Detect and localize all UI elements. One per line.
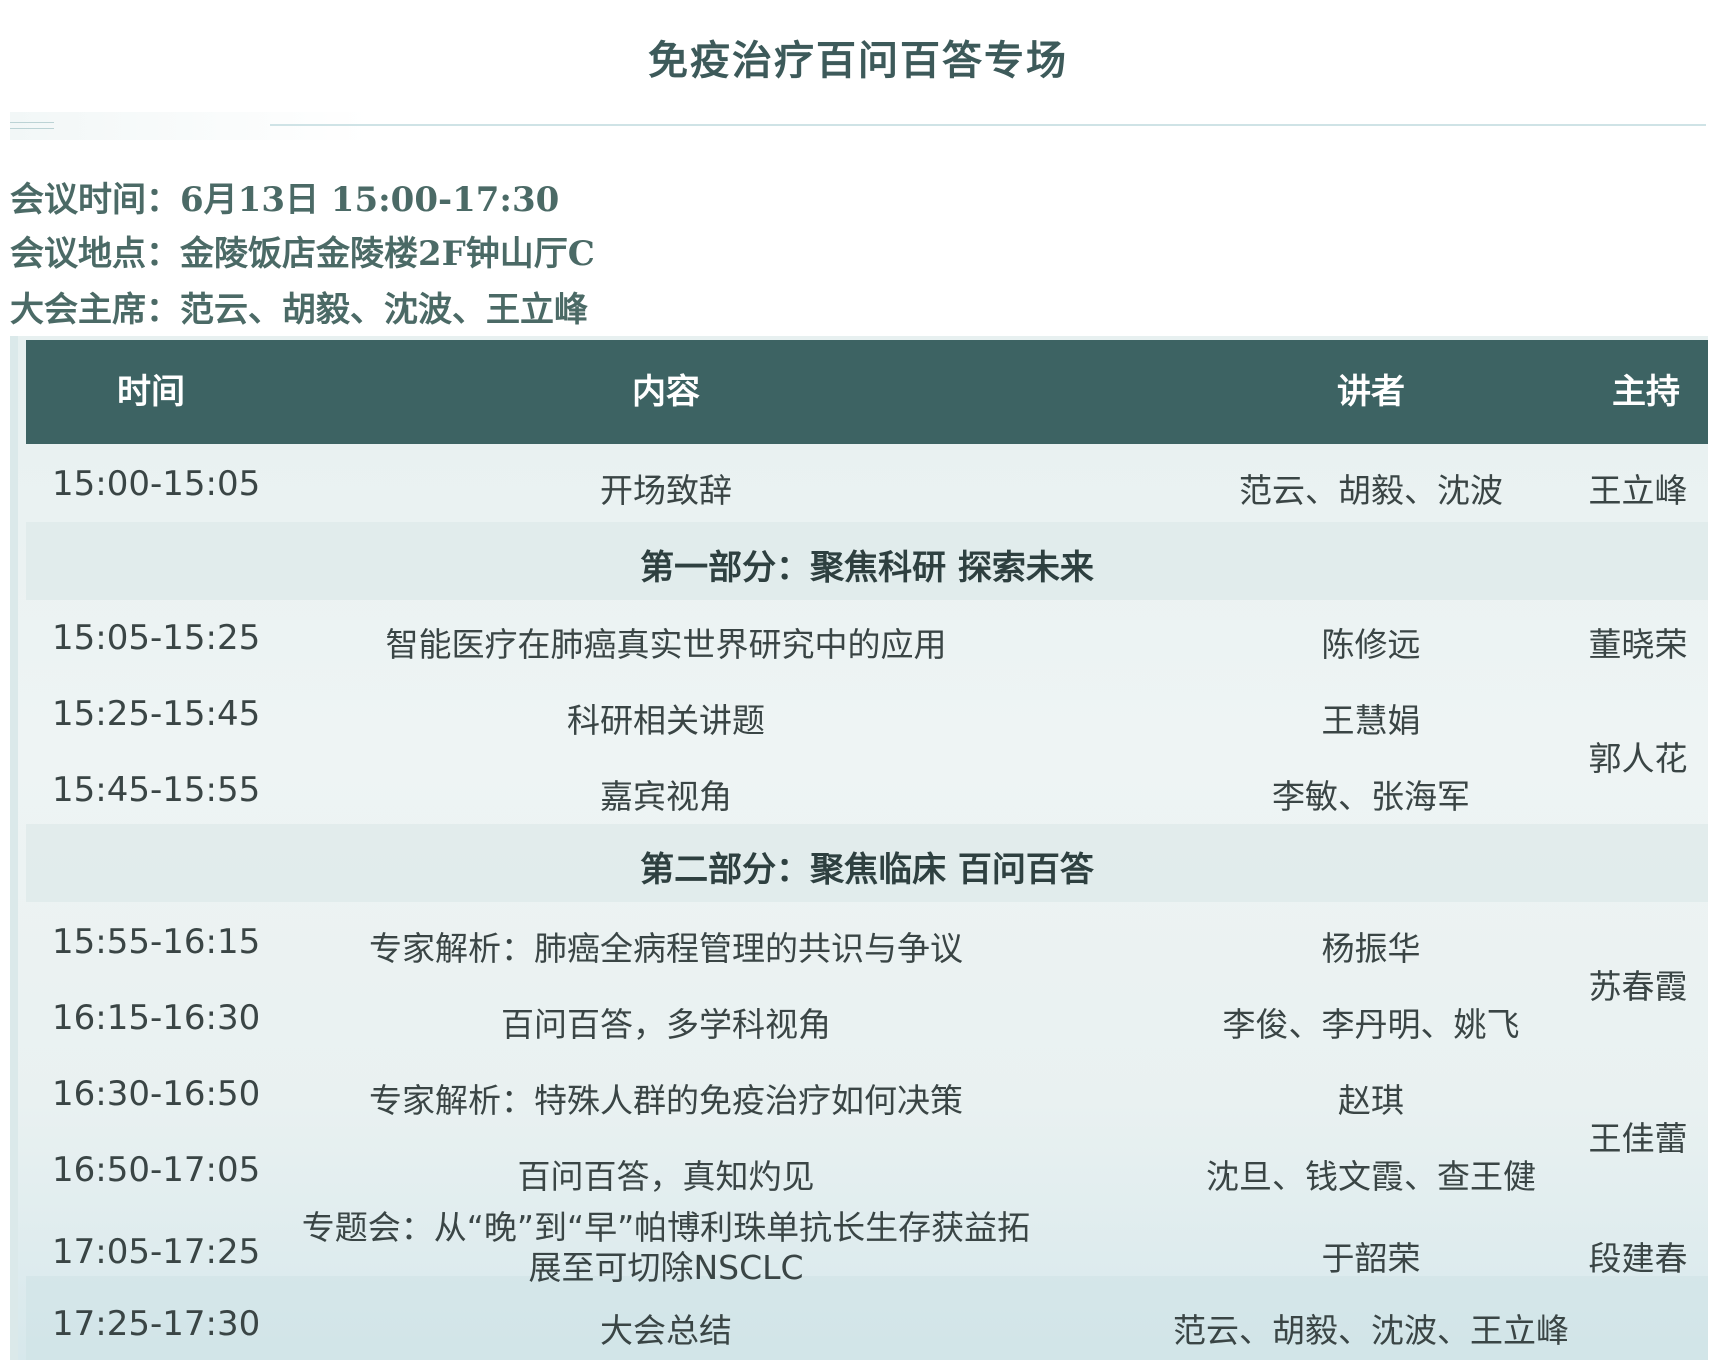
page-title: 免疫治疗百问百答专场 [648,38,1068,84]
table-row: 17:05-17:25 专题会：从“晚”到“早”帕博利珠单抗长生存获益拓 展至可… [26,1206,1708,1288]
table-row: 16:50-17:05 百问百答，真知灼见 沈旦、钱文霞、查王健 [26,1130,1708,1206]
table-row: 15:00-15:05 开场致辞 范云、胡毅、沈波 [26,444,1708,522]
table-row: 15:45-15:55 嘉宾视角 李敏、张海军 [26,750,1708,826]
header-time: 时间 [117,372,185,412]
section-title: 第二部分：聚焦临床 百问百答 [640,850,1094,890]
meeting-chair: 大会主席：范云、胡毅、沈波、王立峰 [10,282,588,331]
meeting-time-value: 6月13日 15:00-17:30 [180,180,560,220]
row-host: 王立峰 [1588,471,1688,510]
row-speaker: 范云、胡毅、沈波、王立峰 [1173,1311,1569,1350]
table-row: 15:25-15:45 科研相关讲题 王慧娟 [26,674,1708,750]
row-host: 王佳蕾 [1588,1119,1688,1158]
divider-ornament [10,112,370,140]
table-row: 16:15-16:30 百问百答，多学科视角 李俊、李丹明、姚飞 [26,978,1708,1054]
row-content: 嘉宾视角 [600,777,732,816]
meeting-time: 会议时间：6月13日 15:00-17:30 [10,172,559,221]
row-content-line: 专题会：从“晚”到“早”帕博利珠单抗长生存获益拓 [301,1208,1031,1247]
table-row: 15:55-16:15 专家解析：肺癌全病程管理的共识与争议 杨振华 [26,902,1708,978]
header-content: 内容 [632,372,700,412]
meeting-chair-label: 大会主席： [10,290,180,330]
table-row: 16:30-16:50 专家解析：特殊人群的免疫治疗如何决策 赵琪 [26,1054,1708,1130]
row-content: 专家解析：肺癌全病程管理的共识与争议 [369,929,963,968]
row-content: 大会总结 [600,1311,732,1350]
section-title: 第一部分：聚焦科研 探索未来 [640,548,1094,588]
meeting-time-label: 会议时间： [10,180,180,220]
meeting-place-value: 金陵饭店金陵楼2F钟山厅C [180,234,595,274]
meeting-chair-value: 范云、胡毅、沈波、王立峰 [180,290,588,330]
table-header: 时间 内容 讲者 主持 [26,340,1708,444]
row-host: 董晓荣 [1588,625,1688,664]
row-content: 百问百答，多学科视角 [501,1005,831,1044]
row-content: 开场致辞 [600,471,732,510]
title-divider [270,124,1706,126]
header-speaker: 讲者 [1337,372,1405,412]
row-content: 专题会：从“晚”到“早”帕博利珠单抗长生存获益拓 展至可切除NSCLC [226,1208,1106,1288]
row-host: 苏春霞 [1588,967,1688,1006]
table-row: 15:05-15:25 智能医疗在肺癌真实世界研究中的应用 陈修远 [26,598,1708,674]
table-row: 17:25-17:30 大会总结 范云、胡毅、沈波、王立峰 [26,1286,1708,1360]
schedule-table: 时间 内容 讲者 主持 15:00-15:05 开场致辞 范云、胡毅、沈波 王立… [10,336,1708,1360]
row-content: 专家解析：特殊人群的免疫治疗如何决策 [369,1081,963,1120]
meeting-place: 会议地点：金陵饭店金陵楼2F钟山厅C [10,226,595,275]
row-content: 智能医疗在肺癌真实世界研究中的应用 [385,625,947,664]
row-content: 科研相关讲题 [567,701,765,740]
meeting-place-label: 会议地点： [10,234,180,274]
row-content-line: 展至可切除NSCLC [528,1248,804,1287]
row-host: 郭人花 [1588,739,1688,778]
row-content: 百问百答，真知灼见 [517,1157,815,1196]
row-host: 段建春 [1588,1239,1688,1278]
header-host: 主持 [1612,372,1680,412]
